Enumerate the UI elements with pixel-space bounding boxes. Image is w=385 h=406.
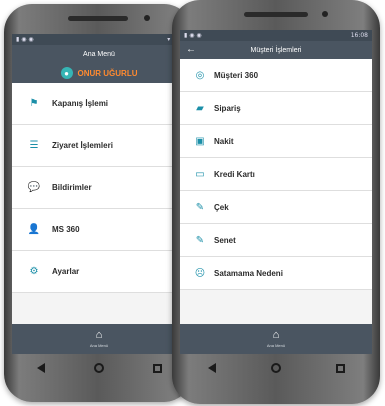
user-name: ONUR UĞURLU	[77, 68, 138, 78]
menu-item-label: Senet	[214, 235, 236, 245]
menu-item-nakit[interactable]: ▣ Nakit	[180, 125, 372, 158]
home-label: Ana Menü	[89, 343, 109, 348]
app-bar: ← Müşteri İşlemleri	[180, 41, 372, 59]
right-screen: ▮ ◉ ◉ 16:08 ← Müşteri İşlemleri ◎ Müşter…	[180, 30, 372, 354]
menu-item-label: Kapanış İşlemi	[52, 99, 109, 108]
left-screen: ▮ ◉ ◉ ▾ ◢ ▮ Ana Menü ● ONUR UĞURLU ⚑ Kap…	[12, 34, 186, 354]
status-bar: ▮ ◉ ◉ ▾ ◢ ▮	[12, 34, 186, 45]
user-avatar-icon: ●	[60, 67, 73, 79]
menu-item-bildirimler[interactable]: 💬 Bildirimler	[12, 167, 186, 209]
customer-menu: ◎ Müşteri 360 ▰ Sipariş ▣ Nakit ▭ Kredi …	[180, 59, 372, 290]
status-bar: ▮ ◉ ◉ 16:08	[180, 30, 372, 41]
menu-item-label: Ziyaret İşlemleri	[52, 141, 113, 150]
gear-icon: ⚙	[29, 266, 39, 277]
truck-icon: ▰	[196, 102, 204, 114]
back-arrow-icon[interactable]: ←	[186, 44, 196, 55]
home-nav-button[interactable]: ⌂ Ana Menü	[12, 324, 186, 354]
status-icons: ▮ ◉ ◉	[16, 36, 34, 43]
edit-icon: ✎	[195, 234, 205, 246]
menu-item-label: Bildirimler	[52, 183, 92, 192]
cash-icon: ▣	[195, 135, 205, 147]
page-title: Müşteri İşlemleri	[250, 46, 302, 54]
menu-item-satamama[interactable]: ☹ Satamama Nedeni	[180, 257, 372, 290]
right-phone: ▮ ◉ ◉ 16:08 ← Müşteri İşlemleri ◎ Müşter…	[172, 0, 380, 404]
main-menu: ⚑ Kapanış İşlemi ☰ Ziyaret İşlemleri 💬 B…	[12, 83, 186, 293]
menu-item-label: Müşteri 360	[214, 70, 259, 80]
flag-icon: ⚑	[29, 98, 39, 109]
sad-face-icon: ☹	[194, 267, 206, 279]
home-icon: ⌂	[272, 329, 280, 341]
chat-icon: 💬	[27, 182, 41, 193]
menu-item-kapanis[interactable]: ⚑ Kapanış İşlemi	[12, 83, 186, 125]
menu-item-label: Ayarlar	[52, 267, 80, 276]
recents-key-icon[interactable]	[335, 363, 345, 373]
status-time: 16:08	[350, 32, 368, 39]
menu-item-kredi-karti[interactable]: ▭ Kredi Kartı	[180, 158, 372, 191]
edit-icon: ✎	[195, 201, 205, 213]
menu-item-cek[interactable]: ✎ Çek	[180, 191, 372, 224]
menu-item-senet[interactable]: ✎ Senet	[180, 224, 372, 257]
home-label: Ana Menü	[266, 343, 286, 348]
list-icon: ☰	[29, 140, 39, 151]
menu-item-label: MS 360	[52, 225, 80, 234]
page-title: Ana Menü	[83, 50, 115, 58]
menu-item-label: Nakit	[214, 136, 234, 146]
stage: ▮ ◉ ◉ ▾ ◢ ▮ Ana Menü ● ONUR UĞURLU ⚑ Kap…	[0, 0, 385, 406]
menu-item-musteri360[interactable]: ◎ Müşteri 360	[180, 59, 372, 92]
back-key-icon[interactable]	[207, 363, 216, 373]
system-nav	[12, 356, 186, 380]
speaker	[244, 12, 308, 17]
camera	[322, 11, 328, 17]
status-icons: ▮ ◉ ◉	[184, 32, 202, 39]
home-nav-button[interactable]: ⌂ Ana Menü	[180, 324, 372, 354]
menu-item-ms360[interactable]: 👤 MS 360	[12, 209, 186, 251]
user-bar: ● ONUR UĞURLU	[12, 63, 186, 83]
menu-item-label: Satamama Nedeni	[214, 268, 283, 278]
system-nav	[180, 356, 372, 380]
home-icon: ⌂	[95, 329, 103, 341]
home-key-icon[interactable]	[270, 363, 281, 373]
menu-item-label: Çek	[214, 202, 229, 212]
left-phone: ▮ ◉ ◉ ▾ ◢ ▮ Ana Menü ● ONUR UĞURLU ⚑ Kap…	[4, 4, 192, 402]
person-icon: 👤	[27, 224, 41, 235]
recents-key-icon[interactable]	[152, 363, 162, 373]
menu-item-label: Sipariş	[214, 103, 241, 113]
menu-item-siparis[interactable]: ▰ Sipariş	[180, 92, 372, 125]
binoculars-icon: ◎	[195, 69, 205, 81]
menu-item-ayarlar[interactable]: ⚙ Ayarlar	[12, 251, 186, 293]
credit-card-icon: ▭	[195, 168, 205, 180]
speaker	[68, 16, 128, 21]
home-key-icon[interactable]	[93, 363, 104, 373]
menu-item-ziyaret[interactable]: ☰ Ziyaret İşlemleri	[12, 125, 186, 167]
back-key-icon[interactable]	[36, 363, 45, 373]
app-bar: Ana Menü	[12, 45, 186, 63]
camera	[144, 15, 150, 21]
menu-item-label: Kredi Kartı	[214, 169, 255, 179]
